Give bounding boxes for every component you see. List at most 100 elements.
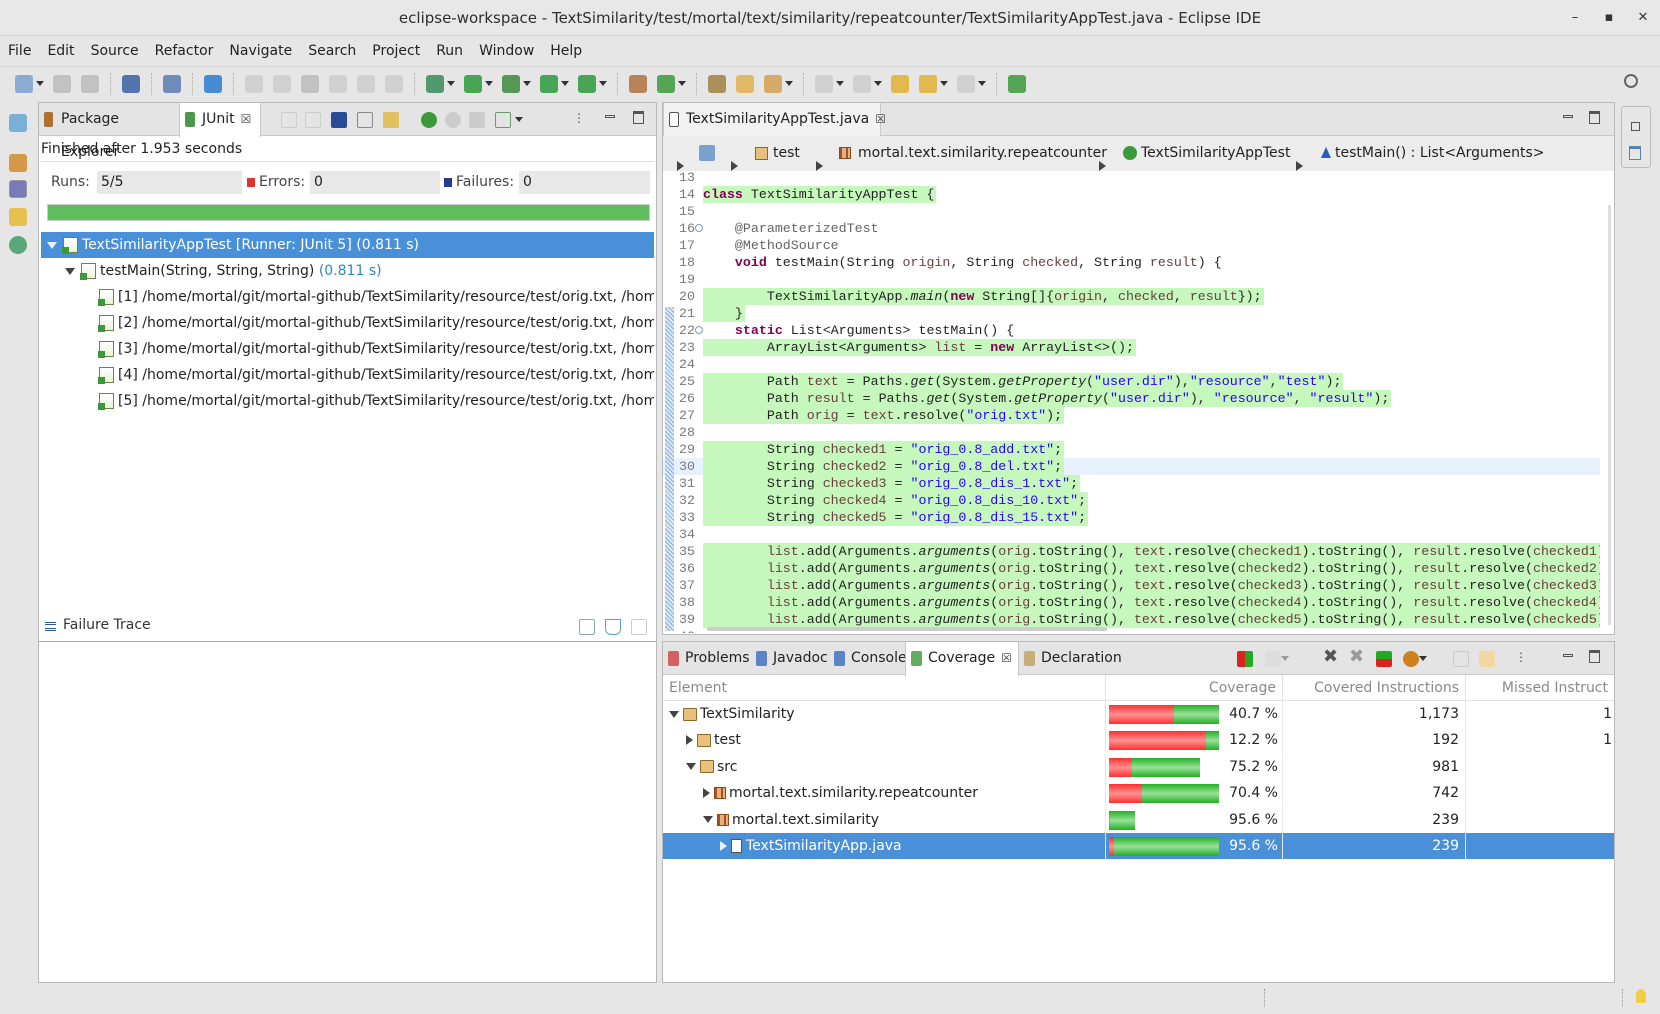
test-tree-item[interactable]: [1] /home/mortal/git/mortal-github/TextS… (41, 284, 654, 310)
maximize-view-icon[interactable] (1589, 650, 1600, 663)
type-hierarchy-icon[interactable] (9, 154, 27, 172)
next-annotation-dropdown-icon[interactable] (836, 81, 844, 86)
run-lock-icon[interactable] (578, 74, 596, 93)
tab-junit[interactable]: JUnit ☒ (179, 103, 261, 137)
run-lock-dropdown-icon[interactable] (599, 81, 607, 86)
layout-icon[interactable] (383, 112, 399, 128)
open-folder-icon[interactable] (736, 74, 754, 93)
expand-toggle-icon[interactable] (669, 710, 679, 718)
tab-coverage[interactable]: Coverage ☒ (905, 642, 1019, 676)
lightning-icon[interactable] (273, 74, 291, 93)
new-icon[interactable] (15, 74, 33, 93)
link-with-editor-icon[interactable] (1479, 651, 1495, 667)
tab-textsimilarityapptest-java[interactable]: TextSimilarityAppTest.java ☒ (663, 103, 886, 137)
menu-window[interactable]: Window (479, 43, 543, 59)
restore-icon[interactable] (1631, 122, 1640, 131)
next-annotation-icon[interactable] (815, 74, 833, 93)
test-tree-item[interactable]: [2] /home/mortal/git/mortal-github/TextS… (41, 310, 654, 336)
run-dropdown-icon[interactable] (485, 81, 493, 86)
save-icon[interactable] (53, 74, 71, 93)
run-external-icon[interactable] (540, 74, 558, 93)
back-dropdown-icon[interactable] (940, 81, 948, 86)
class-new-dropdown-icon[interactable] (678, 81, 686, 86)
dump-execution-icon[interactable] (1265, 651, 1281, 667)
vertical-scrollbar[interactable] (1608, 205, 1611, 625)
history-icon[interactable] (495, 112, 511, 128)
fold-toggle-icon[interactable] (695, 326, 703, 334)
menu-search[interactable]: Search (308, 43, 365, 59)
help-icon[interactable] (204, 74, 222, 93)
column-header-covered-instructions[interactable]: Covered Instructions (1283, 675, 1466, 701)
debug-icon[interactable] (426, 74, 444, 93)
tab-javadoc[interactable]: Javadoc (751, 642, 829, 675)
outline-view-icon[interactable] (1629, 146, 1641, 160)
run-icon[interactable] (464, 74, 482, 93)
menu-run[interactable]: Run (436, 43, 472, 59)
test-tree-item[interactable]: [5] /home/mortal/git/mortal-github/TextS… (41, 388, 654, 414)
search-ref-icon[interactable] (163, 74, 181, 93)
expand-toggle-icon[interactable] (686, 763, 696, 771)
breadcrumb-item[interactable]: testMain() : List<Arguments> (1335, 136, 1545, 171)
expand-toggle-icon[interactable] (703, 816, 713, 824)
forward-icon[interactable] (957, 74, 975, 93)
breadcrumb-item[interactable]: TextSimilarityAppTest (1141, 136, 1290, 171)
debug-bug-icon[interactable] (9, 236, 27, 254)
stop-icon[interactable] (469, 112, 485, 128)
coverage-row[interactable]: mortal.text.similarity.repeatcounter 70.4… (663, 780, 1614, 807)
next-failure-icon[interactable] (281, 112, 297, 128)
code-editor[interactable]: 13 14 class TextSimilarityAppTest {15 16 @P… (663, 171, 1600, 633)
coverage-row[interactable]: TextSimilarityApp.java 95.6 % 239 (663, 833, 1614, 859)
tip-lightbulb-icon[interactable] (1636, 989, 1646, 1003)
remove-session-icon[interactable]: ✖ (1323, 646, 1338, 667)
tab-problems[interactable]: Problems (663, 642, 751, 675)
remove-all-sessions-icon[interactable]: ✖ (1349, 646, 1364, 667)
minimize-view-icon[interactable] (1563, 654, 1573, 657)
column-header-missed-instructions[interactable]: Missed Instruct (1466, 675, 1614, 701)
search-icon[interactable] (1624, 74, 1638, 88)
prev-annotation-icon[interactable] (853, 74, 871, 93)
maximize-editor-icon[interactable] (1589, 111, 1600, 124)
open-type-icon[interactable] (708, 74, 726, 93)
previous-failure-icon[interactable] (305, 112, 321, 128)
rerun-failed-icon[interactable] (445, 112, 461, 128)
tab-declaration[interactable]: Declaration (1019, 642, 1122, 675)
minimize-button[interactable]: – (1558, 0, 1592, 36)
column-header-coverage[interactable]: Coverage (1106, 675, 1283, 701)
terminal-icon[interactable] (122, 74, 140, 93)
brush-icon[interactable] (764, 74, 782, 93)
coverage-row[interactable]: test 12.2 % 192 1 (663, 727, 1614, 754)
session-dropdown-icon[interactable] (1419, 656, 1431, 661)
junit-view-icon[interactable] (9, 180, 27, 198)
breadcrumb-item[interactable]: test (773, 136, 800, 171)
select-session-icon[interactable] (1403, 651, 1419, 667)
minimize-view-icon[interactable] (605, 115, 615, 118)
menu-edit[interactable]: Edit (47, 43, 83, 59)
tab-console[interactable]: Console (829, 642, 907, 675)
run-external-dropdown-icon[interactable] (561, 81, 569, 86)
relaunch-coverage-icon[interactable] (1237, 651, 1253, 667)
coverage-row[interactable]: mortal.text.similarity 95.6 % 239 (663, 806, 1614, 833)
project-icon[interactable] (699, 145, 715, 161)
menu-file[interactable]: File (8, 43, 40, 59)
save-all-icon[interactable] (81, 74, 99, 93)
perspective-icon[interactable] (1008, 74, 1026, 93)
doc-icon[interactable] (357, 74, 375, 93)
pin-icon[interactable] (245, 74, 263, 93)
compare-results-icon[interactable] (579, 619, 595, 635)
breadcrumb-item[interactable]: mortal.text.similarity.repeatcounter (858, 136, 1107, 171)
view-menu-icon[interactable]: ⋮ (1515, 650, 1527, 664)
merge-sessions-icon[interactable] (1376, 651, 1392, 667)
maximize-button[interactable]: ▪ (1592, 0, 1626, 36)
diff-icon[interactable] (329, 74, 347, 93)
expand-toggle-icon[interactable] (703, 788, 710, 799)
last-edit-icon[interactable] (891, 74, 909, 93)
package-new-icon[interactable] (629, 74, 647, 93)
expand-toggle-icon[interactable] (47, 241, 57, 249)
expand-toggle-icon[interactable] (686, 735, 693, 746)
fold-toggle-icon[interactable] (695, 224, 703, 232)
test-tree-item[interactable]: [4] /home/mortal/git/mortal-github/TextS… (41, 362, 654, 388)
copy-trace-icon[interactable] (631, 619, 647, 635)
git-icon[interactable] (9, 208, 27, 226)
expand-toggle-icon[interactable] (65, 267, 75, 275)
column-header-element[interactable]: Element (663, 675, 1106, 701)
